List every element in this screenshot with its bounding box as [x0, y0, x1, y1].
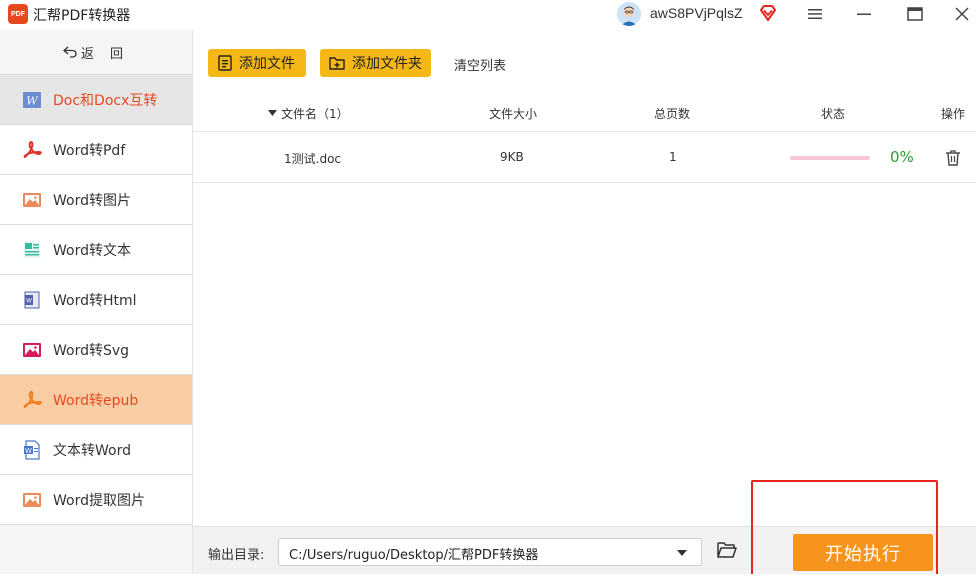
sidebar-item-doc-docx[interactable]: W Doc和Docx互转	[0, 74, 192, 124]
sidebar-item-label: Word转文本	[53, 243, 131, 259]
sidebar-item-word-svg[interactable]: Word转Svg	[0, 324, 192, 374]
vip-diamond-icon[interactable]	[758, 3, 778, 23]
add-folder-label: 添加文件夹	[352, 56, 422, 72]
image-icon	[23, 193, 41, 207]
column-header-action: 操作	[941, 107, 966, 121]
clear-list-button[interactable]: 清空列表	[454, 55, 506, 74]
maximize-icon[interactable]	[904, 3, 926, 25]
table-row[interactable]: 1测试.doc 9KB 1 0%	[193, 133, 976, 183]
sidebar: 返 回 W Doc和Docx互转 Word转Pdf Word转图片 Word转文…	[0, 30, 193, 574]
file-table-header: 文件名（1） 文件大小 总页数 状态 操作	[193, 96, 976, 132]
output-directory-label: 输出目录:	[208, 548, 265, 563]
dropdown-arrow-icon[interactable]	[677, 550, 687, 556]
svg-text:W: W	[25, 447, 32, 455]
sort-down-icon[interactable]	[268, 110, 277, 116]
sidebar-item-label: Word提取图片	[53, 493, 145, 509]
row-progress-percent: 0%	[890, 148, 914, 166]
sidebar-item-label: Word转图片	[53, 193, 131, 209]
sidebar-item-word-extract-image[interactable]: Word提取图片	[0, 474, 192, 524]
app-logo: PDF	[8, 4, 28, 24]
back-button[interactable]: 返 回	[0, 30, 192, 74]
sidebar-item-word-html[interactable]: W Word转Html	[0, 274, 192, 324]
add-file-label: 添加文件	[239, 56, 295, 72]
sidebar-item-label: Word转epub	[53, 393, 139, 409]
close-icon[interactable]	[951, 3, 973, 25]
sidebar-item-word-text[interactable]: Word转文本	[0, 224, 192, 274]
user-avatar[interactable]	[617, 2, 641, 26]
folder-open-icon[interactable]	[717, 541, 737, 559]
column-header-pages: 总页数	[654, 107, 691, 121]
sidebar-item-text-word[interactable]: W 文本转Word	[0, 424, 192, 474]
sidebar-item-word-image[interactable]: Word转图片	[0, 174, 192, 224]
sidebar-item-label: Doc和Docx互转	[53, 93, 158, 109]
delete-icon[interactable]	[945, 149, 961, 167]
sidebar-item-label: Word转Svg	[53, 343, 130, 359]
row-pages: 1	[669, 150, 677, 164]
pdf-icon	[23, 141, 42, 158]
word-file-icon: W	[24, 440, 40, 460]
output-directory-value: C:/Users/ruguo/Desktop/汇帮PDF转换器	[289, 548, 539, 563]
column-header-size: 文件大小	[489, 107, 538, 121]
add-folder-button[interactable]: 添加文件夹	[320, 49, 431, 77]
extract-image-icon	[23, 493, 41, 507]
add-file-button[interactable]: 添加文件	[208, 49, 306, 77]
title-bar: PDF 汇帮PDF转换器 awS8PVjPqlsZ	[0, 0, 976, 30]
sidebar-divider	[0, 524, 192, 525]
add-folder-icon	[329, 57, 345, 70]
add-file-icon	[218, 55, 232, 71]
back-arrow-icon	[62, 46, 77, 58]
sidebar-item-label: 文本转Word	[53, 443, 131, 459]
sidebar-item-word-pdf[interactable]: Word转Pdf	[0, 124, 192, 174]
sidebar-item-label: Word转Pdf	[53, 143, 126, 159]
row-progress-bar	[790, 156, 870, 160]
username[interactable]: awS8PVjPqlsZ	[650, 5, 743, 21]
sidebar-item-word-epub[interactable]: Word转epub	[0, 374, 192, 424]
row-size: 9KB	[500, 150, 524, 164]
word-doc-icon: W	[23, 92, 41, 108]
row-filename: 1测试.doc	[284, 152, 342, 166]
svg-image-icon	[23, 343, 41, 357]
text-doc-icon	[24, 242, 40, 258]
column-header-filename[interactable]: 文件名（1）	[281, 105, 349, 122]
svg-text:W: W	[26, 298, 32, 305]
highlight-box	[751, 480, 938, 577]
back-label: 返 回	[80, 46, 130, 62]
status-bar	[0, 574, 976, 588]
epub-icon	[23, 391, 42, 408]
output-directory-select[interactable]: C:/Users/ruguo/Desktop/汇帮PDF转换器	[278, 538, 702, 566]
minimize-icon[interactable]	[853, 3, 875, 25]
menu-icon[interactable]	[804, 3, 826, 25]
svg-text:W: W	[26, 95, 39, 108]
sidebar-item-label: Word转Html	[53, 293, 137, 309]
html-icon: W	[24, 291, 40, 309]
app-title: 汇帮PDF转换器	[33, 8, 131, 24]
column-header-status: 状态	[821, 107, 846, 121]
